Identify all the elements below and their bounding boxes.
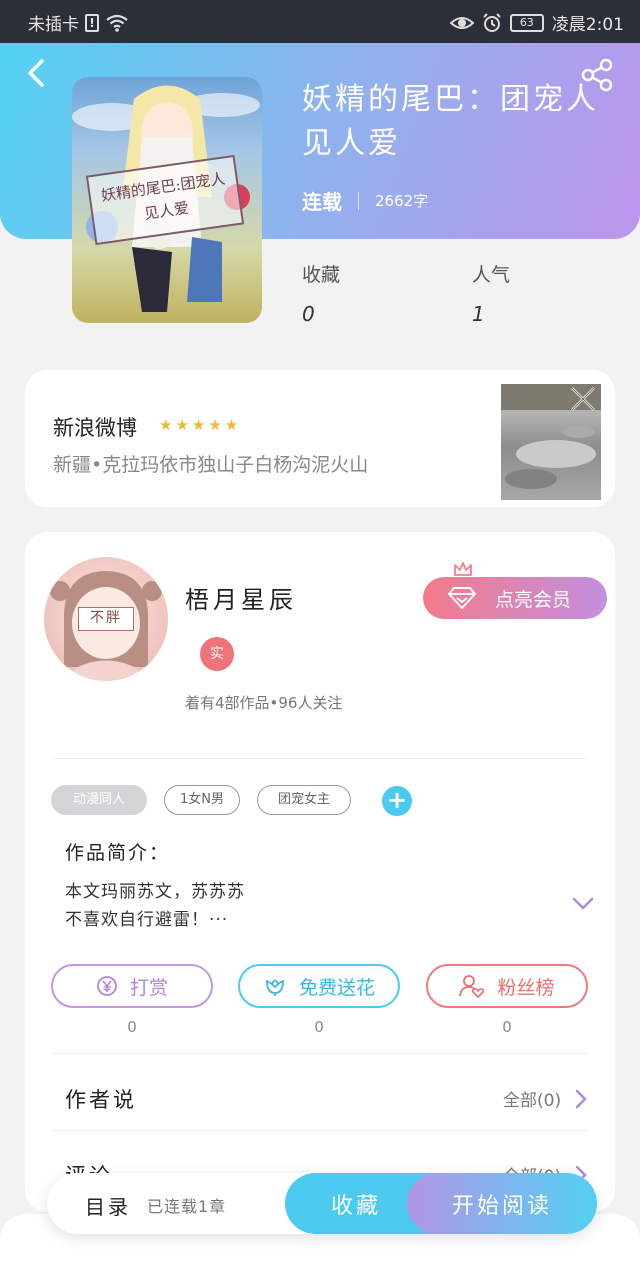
sim-alert-icon: ! [85,13,99,32]
yen-icon [97,976,117,996]
divider [51,758,589,759]
ad-description: 新疆•克拉玛依市独山子白杨沟泥火山 [53,454,369,476]
intro-label: 作品简介： [65,842,171,864]
avatar-caption: 不胖 [78,607,134,631]
start-reading-label: 开始阅读 [451,1193,552,1219]
crown-icon [454,562,472,576]
intro-text: 本文玛丽苏文，苏苏苏 不喜欢自行避雷！··· [65,882,245,930]
chevron-down-icon[interactable] [572,896,594,912]
back-icon[interactable] [26,58,46,88]
stat-popularity-value: 1 [472,302,485,326]
stat-favorites-label: 收藏 [302,264,341,286]
author-says-label: 作者说 [65,1088,137,1112]
send-flower-label: 免费送花 [298,976,375,999]
status-divider [358,191,359,210]
vip-button[interactable]: 点亮会员 [423,577,607,619]
alarm-icon [483,12,501,32]
vip-button-label: 点亮会员 [495,588,572,611]
battery-icon: 63 [509,13,544,32]
fans-icon [459,975,485,998]
chapter-count: 已连载1章 [147,1197,227,1216]
toc-button[interactable]: 目录 [85,1191,131,1220]
ad-close-icon[interactable] [568,384,598,414]
carrier-text: 未插卡 [28,15,79,35]
author-name[interactable]: 梧月星辰 [185,580,297,615]
book-title: 妖精的尾巴：团宠人见人爱 [302,82,599,161]
tag-chip[interactable]: 团宠女主 [257,785,351,815]
eye-icon [449,16,474,29]
clock-text: 凌晨2:01 [551,15,624,35]
fans-ranking-label: 粉丝榜 [497,976,555,999]
status-left: 未插卡 ! [28,10,129,35]
start-reading-button[interactable]: 开始阅读 [407,1173,597,1234]
chevron-right-icon[interactable] [574,1088,588,1110]
divider [51,1130,589,1131]
flower-count: 0 [314,1018,324,1036]
book-cover[interactable]: 妖精的尾巴:团宠人见人爱 [72,77,262,323]
send-flower-button[interactable]: 免费送花 [238,964,400,1008]
verified-badge: 实 [200,637,234,671]
ad-title: 新浪微博 [53,416,137,440]
tag-chip[interactable]: 动漫同人 [51,785,147,815]
avatar[interactable]: 不胖 [44,557,168,681]
bottom-action-bar: 目录 已连载1章 收藏 开始阅读 [47,1173,597,1234]
add-tag-button[interactable]: + [382,786,412,816]
stat-favorites-value: 0 [302,302,315,326]
status-bar: 未插卡 ! 63 凌晨2:01 [0,0,640,43]
fans-count: 0 [502,1018,512,1036]
book-status-row: 连载 2662字 [302,186,428,215]
favorite-button-label: 收藏 [330,1193,381,1219]
author-says-all-link[interactable]: 全部(0) [503,1086,561,1111]
stat-popularity-label: 人气 [472,264,511,286]
reward-button[interactable]: 打赏 [51,964,213,1008]
ad-rating-stars: ★★★★★ [159,416,242,434]
fans-ranking-button[interactable]: 粉丝榜 [426,964,588,1008]
wifi-icon [106,14,128,32]
author-stats: 着有4部作品•96人关注 [185,694,343,712]
reward-label: 打赏 [129,976,168,999]
ad-card[interactable]: 新浪微博 ★★★★★ 新疆•克拉玛依市独山子白杨沟泥火山 [25,370,615,507]
book-detail-card: 不胖 梧月星辰 实 着有4部作品•96人关注 点亮会员 动漫同人 1女N男 团宠… [25,532,615,1212]
tag-chip[interactable]: 1女N男 [164,785,240,815]
reward-count: 0 [127,1018,137,1036]
flower-icon [266,979,284,996]
word-count: 2662字 [375,192,429,210]
status-right: 63 凌晨2:01 [449,10,624,35]
serial-status: 连载 [302,190,342,214]
diamond-icon [448,587,476,609]
divider [51,1053,589,1054]
